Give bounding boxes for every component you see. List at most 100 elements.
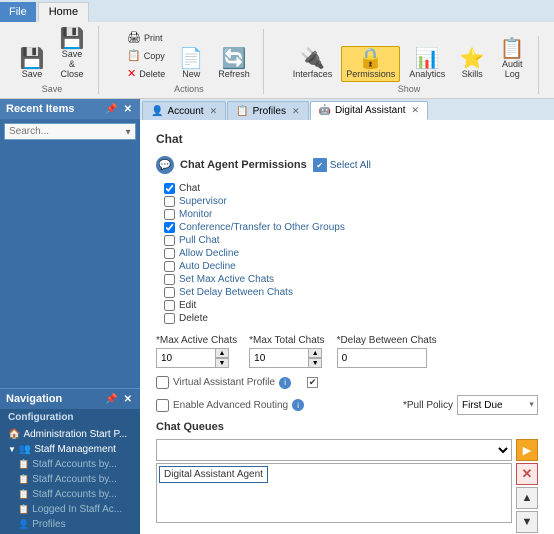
select-all-icon: ✔ bbox=[313, 158, 327, 172]
virtual-assistant-item: Virtual Assistant Profile i bbox=[156, 376, 291, 389]
select-all-button[interactable]: ✔ Select All bbox=[313, 158, 371, 172]
virtual-assistant-check: ✔ bbox=[307, 377, 318, 388]
sidebar: Recent Items 📌 ✕ ▼ Navigation 📌 ✕ Confi bbox=[0, 99, 140, 534]
ribbon-body: 💾 Save 💾 Save &Close Save 🖨 Print bbox=[0, 22, 554, 98]
document-tabs: 👤 Account ✕ 📋 Profiles ✕ 🤖 Digital Assis… bbox=[140, 99, 554, 120]
checkbox-conference-input[interactable] bbox=[164, 222, 175, 233]
queue-add-button[interactable]: ▶ bbox=[516, 439, 538, 461]
nav-pin[interactable]: 📌 bbox=[103, 394, 119, 405]
checkbox-set-delay-input[interactable] bbox=[164, 287, 175, 298]
max-active-chats-down[interactable]: ▼ bbox=[215, 358, 229, 368]
nav-child-staff-accounts-2[interactable]: 📋 Staff Accounts by... bbox=[0, 472, 140, 487]
analytics-button[interactable]: 📊 Analytics bbox=[404, 46, 450, 82]
enable-routing-item: Enable Advanced Routing i bbox=[156, 399, 304, 412]
pull-policy-group: *Pull Policy First Due Round Robin Least… bbox=[403, 395, 538, 415]
queue-down-button[interactable]: ▼ bbox=[516, 511, 538, 533]
max-active-chats-up[interactable]: ▲ bbox=[215, 348, 229, 358]
checkbox-delete: Delete bbox=[164, 312, 538, 325]
sidebar-search-area: ▼ bbox=[0, 119, 140, 144]
refresh-button[interactable]: 🔄 Refresh bbox=[213, 46, 255, 82]
navigation-title: Navigation bbox=[6, 393, 62, 405]
checkbox-supervisor-input[interactable] bbox=[164, 196, 175, 207]
tab-file[interactable]: File bbox=[0, 2, 36, 22]
print-button[interactable]: 🖨 Print bbox=[123, 29, 169, 46]
tab-digital-assistant[interactable]: 🤖 Digital Assistant ✕ bbox=[310, 101, 429, 120]
enable-routing-row: Enable Advanced Routing i *Pull Policy F… bbox=[156, 395, 538, 415]
checkbox-delete-input[interactable] bbox=[164, 313, 175, 324]
checkbox-allow-decline: Allow Decline bbox=[164, 247, 538, 260]
queue-input-wrap: Digital Assistant Agent bbox=[156, 439, 512, 533]
checkbox-edit-input[interactable] bbox=[164, 300, 175, 311]
nav-child-profiles[interactable]: 👤 Profiles bbox=[0, 517, 140, 532]
nav-item-admin[interactable]: 🏠 Administration Start P... bbox=[0, 427, 140, 442]
save-button[interactable]: 💾 Save bbox=[14, 46, 50, 82]
max-total-chats-input[interactable]: 10 bbox=[249, 348, 309, 368]
checkbox-conference: Conference/Transfer to Other Groups bbox=[164, 221, 538, 234]
chat-section-title: Chat bbox=[156, 132, 538, 146]
chat-queues-label: Chat Queues bbox=[156, 421, 538, 433]
max-active-chats-input[interactable]: 10 bbox=[156, 348, 216, 368]
nav-configuration-label: Configuration bbox=[0, 409, 140, 425]
queue-remove-button[interactable]: ✕ bbox=[516, 463, 538, 485]
checkbox-set-max: Set Max Active Chats bbox=[164, 273, 538, 286]
virtual-assistant-checkbox[interactable] bbox=[156, 376, 169, 389]
delay-between-chats-input[interactable]: 0 bbox=[337, 348, 427, 368]
va-row: Virtual Assistant Profile i ✔ bbox=[156, 376, 538, 389]
tab-account[interactable]: 👤 Account ✕ bbox=[142, 101, 226, 120]
nav-close[interactable]: ✕ bbox=[122, 394, 134, 405]
new-button[interactable]: 📄 New bbox=[173, 46, 209, 82]
checkbox-edit: Edit bbox=[164, 299, 538, 312]
recent-items-header: Recent Items 📌 ✕ bbox=[0, 99, 140, 119]
permissions-button[interactable]: 🔒 Permissions bbox=[341, 46, 400, 82]
checkbox-chat-input[interactable] bbox=[164, 183, 175, 194]
navigation-header: Navigation 📌 ✕ bbox=[0, 388, 140, 409]
permissions-icon: 💬 bbox=[156, 156, 174, 174]
tab-digital-assistant-close[interactable]: ✕ bbox=[412, 105, 420, 116]
delete-button[interactable]: ✕ Delete bbox=[123, 65, 169, 82]
recent-items-close[interactable]: ✕ bbox=[122, 104, 134, 115]
checkbox-pull-chat: Pull Chat bbox=[164, 234, 538, 247]
tab-home[interactable]: Home bbox=[38, 2, 89, 22]
search-input[interactable] bbox=[4, 123, 136, 140]
ribbon-tabs: File Home bbox=[0, 0, 554, 22]
queue-list-item[interactable]: Digital Assistant Agent bbox=[159, 466, 268, 483]
audit-log-button[interactable]: 📋 AuditLog bbox=[494, 36, 530, 82]
checkbox-pull-chat-input[interactable] bbox=[164, 235, 175, 246]
enable-routing-checkbox[interactable] bbox=[156, 399, 169, 412]
ribbon-group-save: 💾 Save 💾 Save &Close Save bbox=[6, 26, 99, 94]
document-body: Chat 💬 Chat Agent Permissions ✔ Select A… bbox=[140, 120, 554, 534]
checkbox-monitor-input[interactable] bbox=[164, 209, 175, 220]
max-total-chats-up[interactable]: ▲ bbox=[308, 348, 322, 358]
checkbox-set-delay: Set Delay Between Chats bbox=[164, 286, 538, 299]
copy-button[interactable]: 📋 Copy bbox=[123, 47, 169, 64]
nav-item-staff-mgmt[interactable]: ▼ 👥 Staff Management bbox=[0, 442, 140, 457]
pull-policy-select[interactable]: First Due Round Robin Least Busy bbox=[457, 395, 538, 415]
queue-area: Digital Assistant Agent ▶ ✕ ▲ ▼ bbox=[156, 439, 538, 533]
checkbox-set-max-input[interactable] bbox=[164, 274, 175, 285]
save-close-button[interactable]: 💾 Save &Close bbox=[54, 26, 90, 82]
max-total-chats-down[interactable]: ▼ bbox=[308, 358, 322, 368]
tab-profiles[interactable]: 📋 Profiles ✕ bbox=[227, 101, 308, 120]
nav-child-staff-accounts-3[interactable]: 📋 Staff Accounts by... bbox=[0, 487, 140, 502]
ribbon: File Home 💾 Save 💾 Save &Close Save bbox=[0, 0, 554, 99]
checkbox-list: Chat Supervisor Monitor Conference/Trans… bbox=[164, 182, 538, 325]
fields-row: *Max Active Chats 10 ▲ ▼ *Max Total Chat… bbox=[156, 335, 538, 368]
checkbox-allow-decline-input[interactable] bbox=[164, 248, 175, 259]
checkbox-monitor: Monitor bbox=[164, 208, 538, 221]
tab-account-close[interactable]: ✕ bbox=[210, 106, 218, 117]
recent-items-pin[interactable]: 📌 bbox=[103, 104, 119, 115]
queue-dropdown[interactable] bbox=[156, 439, 512, 461]
queue-up-button[interactable]: ▲ bbox=[516, 487, 538, 509]
virtual-assistant-info-icon[interactable]: i bbox=[279, 377, 291, 389]
checkbox-auto-decline: Auto Decline bbox=[164, 260, 538, 273]
content-area: 👤 Account ✕ 📋 Profiles ✕ 🤖 Digital Assis… bbox=[140, 99, 554, 534]
delay-between-chats-group: *Delay Between Chats 0 bbox=[337, 335, 437, 368]
checkbox-chat: Chat bbox=[164, 182, 538, 195]
enable-routing-info-icon[interactable]: i bbox=[292, 399, 304, 411]
skills-button[interactable]: ⭐ Skills bbox=[454, 46, 490, 82]
tab-profiles-close[interactable]: ✕ bbox=[292, 106, 300, 117]
checkbox-auto-decline-input[interactable] bbox=[164, 261, 175, 272]
nav-child-staff-accounts-1[interactable]: 📋 Staff Accounts by... bbox=[0, 457, 140, 472]
interfaces-button[interactable]: 🔌 Interfaces bbox=[288, 46, 338, 82]
ribbon-group-actions: 🖨 Print 📋 Copy ✕ Delete 📄 New bbox=[115, 29, 264, 94]
